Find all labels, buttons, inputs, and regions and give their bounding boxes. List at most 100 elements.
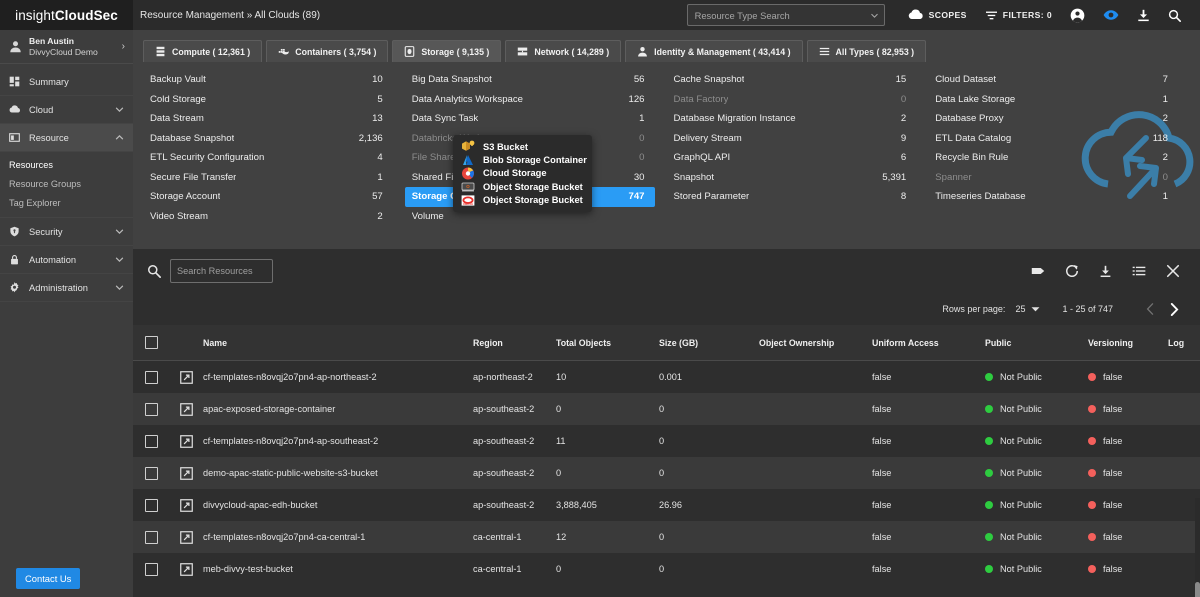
resource-type-item[interactable]: ETL Data Catalog 118: [928, 129, 1178, 149]
resource-type-item[interactable]: Delivery Stream 9: [667, 129, 917, 149]
row-checkbox[interactable]: [133, 402, 175, 416]
table-row[interactable]: apac-exposed-storage-container ap-southe…: [133, 393, 1200, 425]
popup-item-s3-bucket[interactable]: S3 Bucket: [453, 140, 592, 153]
open-resource-icon[interactable]: [175, 434, 203, 448]
cell-name[interactable]: demo-apac-static-public-website-s3-bucke…: [203, 468, 473, 478]
resource-type-item[interactable]: Data Lake Storage 1: [928, 90, 1178, 110]
tab-compute[interactable]: Compute ( 12,361 ): [143, 40, 263, 62]
sidebar-item-resource-groups[interactable]: Resource Groups: [0, 174, 133, 193]
column-header-object-ownership[interactable]: Object Ownership: [759, 338, 872, 348]
column-header-versioning[interactable]: Versioning: [1088, 338, 1168, 348]
scrollbar-thumb[interactable]: [1195, 582, 1200, 597]
table-row[interactable]: cf-templates-n8ovqj2o7pn4-ca-central-1 c…: [133, 521, 1200, 553]
sidebar-item-administration[interactable]: Administration: [0, 274, 133, 302]
sidebar-item-summary[interactable]: Summary: [0, 68, 133, 96]
rows-per-page-select[interactable]: 25: [1015, 304, 1040, 314]
resource-type-item[interactable]: Video Stream 2: [143, 207, 393, 227]
search-icon[interactable]: [1159, 9, 1190, 22]
open-resource-icon[interactable]: [175, 498, 203, 512]
resource-type-item[interactable]: Big Data Snapshot 56: [405, 70, 655, 90]
tab-identity-management[interactable]: Identity & Management ( 43,414 ): [625, 40, 803, 62]
refresh-icon[interactable]: [1055, 264, 1089, 278]
open-resource-icon[interactable]: [175, 402, 203, 416]
next-page-button[interactable]: [1162, 302, 1186, 316]
resource-type-search-input[interactable]: [694, 9, 870, 21]
row-checkbox[interactable]: [133, 466, 175, 480]
row-checkbox[interactable]: [133, 498, 175, 512]
sidebar-item-resource[interactable]: Resource: [0, 124, 133, 152]
search-resources-field[interactable]: [170, 259, 273, 283]
close-icon[interactable]: [1156, 264, 1190, 278]
scopes-button[interactable]: SCOPES: [899, 9, 976, 21]
tab-all-types[interactable]: All Types ( 82,953 ): [806, 40, 927, 62]
prev-page-button[interactable]: [1139, 303, 1162, 315]
table-row[interactable]: cf-templates-n8ovqj2o7pn4-ap-southeast-2…: [133, 425, 1200, 457]
tab-storage[interactable]: Storage ( 9,135 ): [392, 40, 502, 62]
row-checkbox[interactable]: [133, 434, 175, 448]
search-resources-input[interactable]: [177, 260, 266, 282]
resource-type-item[interactable]: Data Sync Task 1: [405, 109, 655, 129]
table-row[interactable]: demo-apac-static-public-website-s3-bucke…: [133, 457, 1200, 489]
column-header-log[interactable]: Log: [1168, 338, 1200, 348]
row-checkbox[interactable]: [133, 370, 175, 384]
account-icon[interactable]: [1061, 8, 1094, 23]
cell-name[interactable]: meb-divvy-test-bucket: [203, 564, 473, 574]
cell-name[interactable]: apac-exposed-storage-container: [203, 404, 473, 414]
resource-type-item[interactable]: Database Migration Instance 2: [667, 109, 917, 129]
resource-type-item[interactable]: Timeseries Database 1: [928, 187, 1178, 207]
row-checkbox[interactable]: [133, 562, 175, 576]
sidebar-item-resources[interactable]: Resources: [0, 155, 133, 174]
resource-type-item[interactable]: Recycle Bin Rule 2: [928, 148, 1178, 168]
column-header-public[interactable]: Public: [985, 338, 1088, 348]
popup-item-object-storage-bucket-alibaba[interactable]: O Object Storage Bucket: [453, 180, 592, 193]
storage-container-provider-popup[interactable]: S3 Bucket Blob Storage Container Cloud S…: [453, 135, 592, 212]
resource-type-item[interactable]: Cloud Dataset 7: [928, 70, 1178, 90]
sidebar-item-tag-explorer[interactable]: Tag Explorer: [0, 193, 133, 212]
resource-type-item[interactable]: Data Stream 13: [143, 109, 393, 129]
vertical-scrollbar[interactable]: [1195, 498, 1200, 597]
download-icon[interactable]: [1128, 9, 1159, 22]
cell-name[interactable]: cf-templates-n8ovqj2o7pn4-ca-central-1: [203, 532, 473, 542]
tag-icon[interactable]: [1021, 266, 1055, 276]
resource-type-item[interactable]: Data Analytics Workspace 126: [405, 90, 655, 110]
column-header-total-objects[interactable]: Total Objects: [556, 338, 659, 348]
column-header-name[interactable]: Name: [203, 338, 473, 348]
resource-type-item[interactable]: ETL Security Configuration 4: [143, 148, 393, 168]
sidebar-item-cloud[interactable]: Cloud: [0, 96, 133, 124]
popup-item-cloud-storage[interactable]: Cloud Storage: [453, 167, 592, 180]
column-header-uniform-access[interactable]: Uniform Access: [872, 338, 985, 348]
resource-type-item[interactable]: Cold Storage 5: [143, 90, 393, 110]
cell-name[interactable]: cf-templates-n8ovqj2o7pn4-ap-northeast-2: [203, 372, 473, 382]
columns-icon[interactable]: [1122, 265, 1156, 277]
cell-name[interactable]: cf-templates-n8ovqj2o7pn4-ap-southeast-2: [203, 436, 473, 446]
resource-type-item[interactable]: Cache Snapshot 15: [667, 70, 917, 90]
resource-type-item[interactable]: Storage Account 57: [143, 187, 393, 207]
column-header-size[interactable]: Size (GB): [659, 338, 759, 348]
column-header-region[interactable]: Region: [473, 338, 556, 348]
resource-type-item[interactable]: Snapshot 5,391: [667, 168, 917, 188]
filters-button[interactable]: FILTERS: 0: [976, 10, 1061, 21]
table-row[interactable]: meb-divvy-test-bucket ca-central-1 0 0 f…: [133, 553, 1200, 585]
cell-name[interactable]: divvycloud-apac-edh-bucket: [203, 500, 473, 510]
popup-item-object-storage-bucket-oracle[interactable]: ORACLE Object Storage Bucket: [453, 194, 592, 207]
sidebar-item-automation[interactable]: Automation: [0, 246, 133, 274]
resource-type-item[interactable]: GraphQL API 6: [667, 148, 917, 168]
resource-type-item[interactable]: Stored Parameter 8: [667, 187, 917, 207]
resource-type-item[interactable]: Backup Vault 10: [143, 70, 393, 90]
search-icon[interactable]: [147, 264, 161, 278]
user-profile[interactable]: Ben Austin DivvyCloud Demo ›: [0, 30, 133, 64]
select-all-checkbox[interactable]: [133, 336, 175, 349]
table-row[interactable]: cf-templates-n8ovqj2o7pn4-ap-northeast-2…: [133, 361, 1200, 393]
resource-type-search[interactable]: [686, 4, 885, 26]
app-logo[interactable]: insight CloudSec: [0, 0, 133, 30]
resource-type-item[interactable]: Secure File Transfer 1: [143, 168, 393, 188]
open-resource-icon[interactable]: [175, 562, 203, 576]
open-resource-icon[interactable]: [175, 370, 203, 384]
tab-containers[interactable]: Containers ( 3,754 ): [266, 40, 389, 62]
tab-network[interactable]: Network ( 14,289 ): [505, 40, 622, 62]
eye-icon[interactable]: [1094, 9, 1128, 21]
sidebar-item-security[interactable]: Security: [0, 218, 133, 246]
contact-us-button[interactable]: Contact Us: [16, 568, 81, 589]
resource-type-item[interactable]: Database Snapshot 2,136: [143, 129, 393, 149]
popup-item-blob-storage-container[interactable]: Blob Storage Container: [453, 153, 592, 166]
